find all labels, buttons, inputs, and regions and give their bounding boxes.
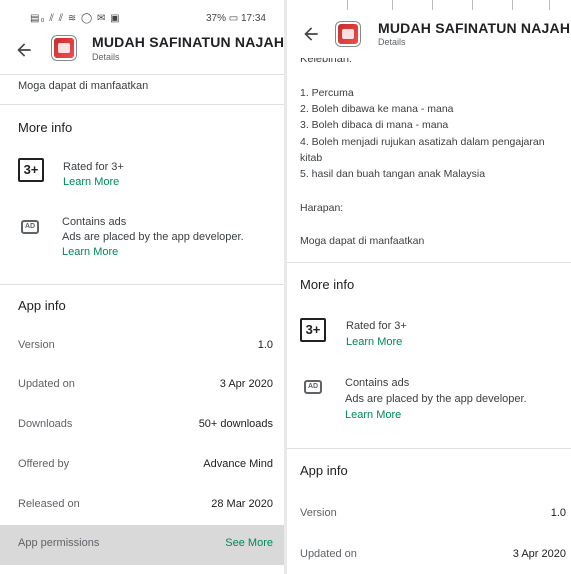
rating-learn-more-link[interactable]: Learn More: [346, 336, 402, 348]
row-key: Released on: [18, 498, 80, 510]
ads-description: Ads are placed by the app developer.: [62, 231, 244, 243]
info-row-downloads: Downloads 50+ downloads: [0, 406, 284, 446]
row-value: Advance Mind: [203, 458, 273, 470]
top-edge-ticks: [287, 0, 571, 12]
info-row-version: Version 1.0: [287, 495, 571, 535]
rated-for-label: Rated for 3+: [346, 320, 407, 332]
info-row-updated: Updated on 3 Apr 2020: [0, 366, 284, 406]
row-key: App permissions: [18, 537, 100, 549]
rating-3plus-icon: 3+: [18, 158, 44, 182]
row-key: Downloads: [18, 418, 73, 430]
info-row-offered-by: Offered by Advance Mind: [0, 446, 284, 486]
ads-icon: AD: [21, 220, 39, 234]
divider: [0, 284, 284, 285]
description-line: kitab: [300, 152, 323, 164]
rating-learn-more-link[interactable]: Learn More: [63, 176, 119, 188]
info-row-updated: Updated on 3 Apr 2020: [287, 536, 571, 574]
divider: [287, 262, 571, 263]
row-key: Updated on: [300, 548, 357, 560]
contains-ads-label: Contains ads: [62, 216, 127, 228]
app-title: MUDAH SAFINATUN NAJAH: [378, 20, 571, 36]
divider: [0, 74, 284, 75]
app-bar: MUDAH SAFINATUN NAJAH Details: [0, 30, 284, 76]
divider: [0, 104, 284, 105]
row-value: 3 Apr 2020: [512, 548, 566, 560]
row-key: Version: [18, 339, 55, 351]
row-value: 28 Mar 2020: [211, 498, 273, 510]
harapan-heading: Harapan:: [300, 202, 344, 214]
app-title: MUDAH SAFINATUN NAJAH: [92, 34, 284, 50]
divider: [287, 448, 571, 449]
app-subtitle: Details: [378, 37, 406, 47]
info-row-version: Version 1.0: [0, 327, 284, 367]
row-value: 1.0: [257, 339, 273, 351]
description-line: 2. Boleh dibawa ke mana - mana: [300, 103, 454, 115]
rating-3plus-icon: 3+: [300, 318, 326, 342]
left-screenshot: ▤₀ ⫽ ⫽ ≋ ◯ ✉ ▣ 37% ▭ 17:34 MUDAH SAFINAT…: [0, 0, 284, 574]
ads-learn-more-link[interactable]: Learn More: [62, 246, 118, 258]
more-info-heading: More info: [300, 277, 355, 292]
ads-learn-more-link[interactable]: Learn More: [345, 409, 401, 421]
description-line: 1. Percuma: [300, 87, 354, 99]
row-value: 50+ downloads: [198, 418, 273, 430]
see-more-link[interactable]: See More: [225, 537, 273, 549]
info-row-permissions[interactable]: App permissions See More: [0, 525, 284, 565]
contains-ads-label: Contains ads: [345, 377, 410, 389]
row-key: Offered by: [18, 458, 70, 470]
description-line: 5. hasil dan buah tangan anak Malaysia: [300, 168, 486, 180]
row-key: Updated on: [18, 378, 75, 390]
app-info-heading: App info: [18, 298, 66, 313]
row-key: Version: [300, 507, 337, 519]
status-battery-time: 37% ▭ 17:34: [205, 13, 266, 24]
status-icons: ▤₀ ⫽ ⫽ ≋ ◯ ✉ ▣: [30, 13, 121, 24]
app-icon: [52, 36, 76, 60]
description-line: 4. Boleh menjadi rujukan asatizah dalam …: [300, 136, 545, 148]
description-line: 3. Boleh dibaca di mana - mana: [300, 119, 449, 131]
status-bar: ▤₀ ⫽ ⫽ ≋ ◯ ✉ ▣ 37% ▭ 17:34: [0, 0, 284, 28]
app-bar: MUDAH SAFINATUN NAJAH Details: [287, 12, 571, 58]
app-subtitle: Details: [92, 52, 120, 62]
description-tail: Moga dapat di manfaatkan: [18, 80, 149, 92]
app-icon: [336, 22, 360, 46]
right-screenshot: Kelebihan: MUDAH SAFINATUN NAJAH Details…: [287, 0, 571, 574]
ads-description: Ads are placed by the app developer.: [345, 393, 527, 405]
more-info-heading: More info: [18, 120, 73, 135]
app-info-heading: App info: [300, 463, 348, 478]
ads-icon: AD: [304, 380, 322, 394]
rated-for-label: Rated for 3+: [63, 161, 124, 173]
row-value: 3 Apr 2020: [219, 378, 273, 390]
back-arrow-icon[interactable]: [301, 24, 321, 44]
harapan-text: Moga dapat di manfaatkan: [300, 235, 425, 247]
row-value: 1.0: [550, 507, 566, 519]
info-row-released: Released on 28 Mar 2020: [0, 486, 284, 526]
back-arrow-icon[interactable]: [14, 40, 34, 60]
